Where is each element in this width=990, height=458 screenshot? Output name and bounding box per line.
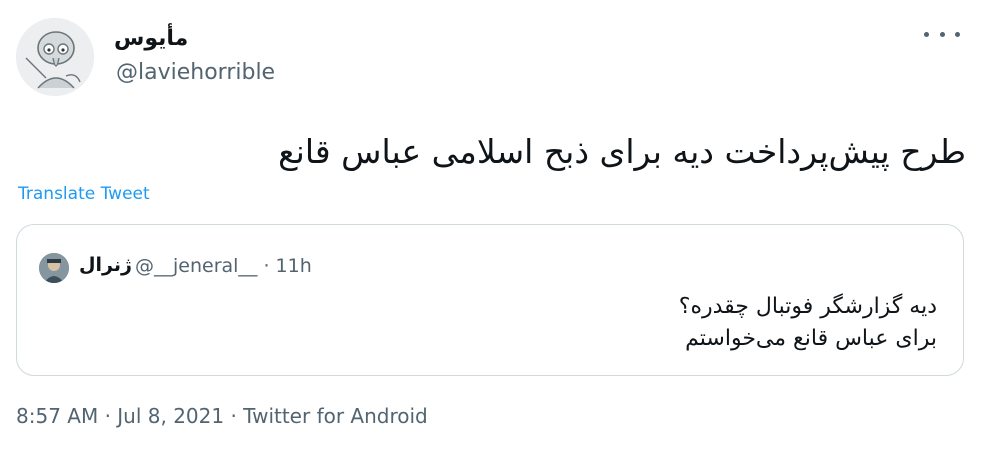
author-handle[interactable]: @laviehorrible [116, 60, 275, 85]
author-avatar[interactable] [16, 18, 94, 96]
quoted-author-handle-time[interactable]: @__jeneral__ · 11h [135, 255, 312, 277]
avatar-image [16, 18, 94, 96]
more-horizontal-icon [955, 31, 960, 37]
quoted-avatar-image [39, 253, 69, 283]
more-horizontal-icon [939, 31, 945, 37]
translate-tweet-link[interactable]: Translate Tweet [18, 184, 150, 204]
quoted-author-display-name[interactable]: ژنرال [79, 254, 132, 276]
more-horizontal-icon [924, 31, 929, 37]
more-options-button[interactable] [924, 22, 960, 46]
quoted-tweet-card[interactable]: ژنرال @__jeneral__ · 11h دیه گزارشگر فوت… [16, 224, 964, 376]
tweet-timestamp-source[interactable]: 8:57 AM · Jul 8, 2021 · Twitter for Andr… [16, 404, 428, 428]
author-display-name[interactable]: مأیوس [114, 26, 188, 51]
quoted-tweet-line: برای عباس قانع می‌خواستم [685, 326, 937, 351]
quoted-author-avatar[interactable] [39, 253, 69, 283]
quoted-tweet-text: دیه گزارشگر فوتبال چقدره؟ برای عباس قانع… [57, 291, 937, 355]
tweet-text: طرح پیش‌پرداخت دیه برای ذبح اسلامی عباس … [278, 132, 966, 171]
quoted-tweet-line: دیه گزارشگر فوتبال چقدره؟ [678, 294, 937, 319]
